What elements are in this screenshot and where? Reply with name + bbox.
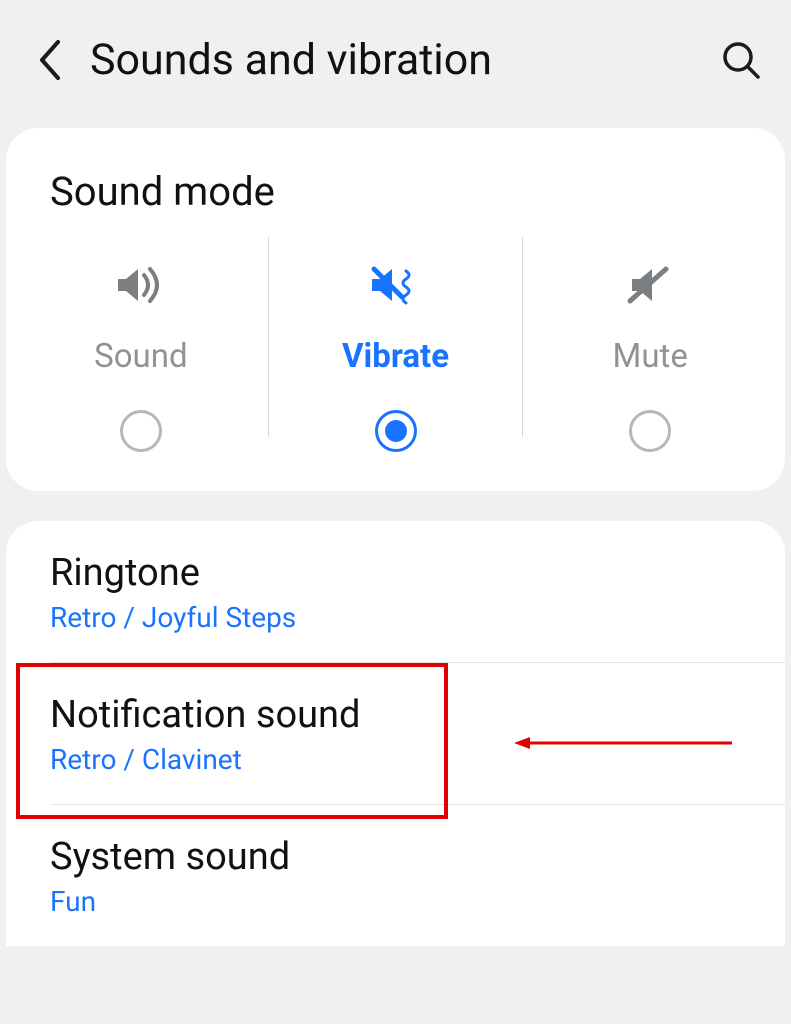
header: Sounds and vibration <box>0 0 791 120</box>
annotation-highlight-box <box>16 663 448 819</box>
setting-title: Ringtone <box>50 551 741 595</box>
mute-icon <box>620 255 680 315</box>
sound-mode-grid: Sound Vibrate Mute <box>6 233 785 463</box>
search-icon <box>720 39 762 81</box>
sound-mode-option-sound[interactable]: Sound <box>14 233 268 463</box>
sound-mode-label: Vibrate <box>342 337 449 376</box>
sound-mode-option-mute[interactable]: Mute <box>523 233 777 463</box>
setting-subtitle: Retro / Joyful Steps <box>50 601 741 634</box>
sound-settings-card: Ringtone Retro / Joyful Steps Notificati… <box>6 521 785 946</box>
sound-mode-title: Sound mode <box>6 128 785 233</box>
back-button[interactable] <box>24 34 76 86</box>
chevron-left-icon <box>36 38 64 82</box>
setting-title: Notification sound <box>50 693 741 737</box>
sound-mode-radio[interactable] <box>375 410 417 452</box>
vibrate-icon <box>366 255 426 315</box>
setting-notification-sound[interactable]: Notification sound Retro / Clavinet <box>6 663 785 804</box>
setting-ringtone[interactable]: Ringtone Retro / Joyful Steps <box>6 521 785 662</box>
setting-subtitle: Fun <box>50 885 741 918</box>
sound-mode-label: Sound <box>94 337 187 376</box>
setting-system-sound[interactable]: System sound Fun <box>6 805 785 946</box>
page-title: Sounds and vibration <box>90 35 715 85</box>
sound-mode-option-vibrate[interactable]: Vibrate <box>269 233 523 463</box>
setting-subtitle: Retro / Clavinet <box>50 743 741 776</box>
sound-mode-radio[interactable] <box>120 410 162 452</box>
sound-mode-label: Mute <box>613 337 688 376</box>
sound-mode-card: Sound mode Sound Vibrate <box>6 128 785 491</box>
search-button[interactable] <box>715 34 767 86</box>
sound-mode-radio[interactable] <box>629 410 671 452</box>
setting-title: System sound <box>50 835 741 879</box>
sound-icon <box>111 255 171 315</box>
